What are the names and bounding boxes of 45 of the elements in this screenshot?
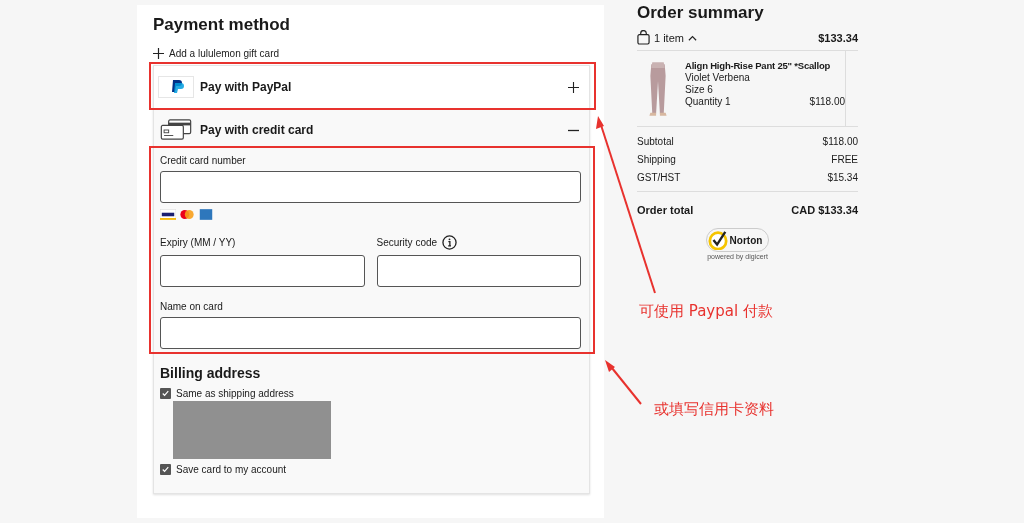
- field-label: Name on card: [160, 301, 224, 312]
- summary-value: FREE: [831, 154, 858, 165]
- total-value: CAD $133.34: [791, 204, 858, 216]
- input-field[interactable]: [160, 317, 581, 349]
- item-count-toggle[interactable]: 1 item: [637, 30, 697, 45]
- total-label: Order total: [637, 204, 694, 216]
- product-quantity: Quantity 1: [685, 96, 731, 107]
- caret-up-icon: [687, 34, 697, 41]
- annotation-text: 或填写信用卡资料: [654, 400, 774, 419]
- field-label: Security code: [376, 236, 438, 248]
- checkbox-option[interactable]: Save card to my account: [160, 464, 581, 475]
- section-title: Payment method: [153, 15, 291, 35]
- annotation-text: 可使用 Paypal 付款: [639, 302, 773, 321]
- checkmark-icon: [707, 230, 728, 250]
- summary-value: $15.34: [827, 172, 858, 183]
- billing-title: Billing address: [160, 365, 262, 381]
- plus-icon[interactable]: [568, 81, 579, 93]
- field-label: Credit card number: [160, 155, 247, 166]
- product-color: Violet Verbena: [685, 72, 751, 83]
- bag-icon: [637, 30, 650, 45]
- checkbox[interactable]: [160, 464, 171, 475]
- mastercard-icon: [179, 209, 195, 220]
- input-field[interactable]: [160, 171, 581, 203]
- arrow: [605, 360, 642, 405]
- summary-label: GST/HST: [637, 172, 681, 183]
- checkbox-option[interactable]: Same as shipping address: [160, 388, 581, 399]
- summary-label: Subtotal: [637, 136, 674, 147]
- payment-option[interactable]: Pay with credit card: [154, 109, 589, 151]
- plus-icon: [153, 48, 164, 59]
- paypal-logo-icon: [158, 76, 194, 98]
- summary-title: Order summary: [637, 3, 765, 23]
- product-name: Align High-Rise Pant 25" *Scallop: [685, 60, 832, 71]
- payment-option[interactable]: Pay with PayPal: [154, 66, 589, 109]
- credit-cards-icon: [158, 119, 194, 141]
- info-icon[interactable]: [442, 234, 458, 250]
- summary-label: Shipping: [637, 154, 676, 165]
- input-field[interactable]: [376, 255, 581, 287]
- product-size: Size 6: [685, 84, 714, 95]
- field-label: Expiry (MM / YY): [160, 236, 236, 248]
- header-total: $133.34: [818, 31, 858, 44]
- summary-value: $118.00: [822, 136, 858, 147]
- checkbox[interactable]: [160, 388, 171, 399]
- product-price: $118.00: [809, 96, 845, 107]
- gift-card-link[interactable]: Add a lululemon gift card: [153, 48, 590, 59]
- input-field[interactable]: [160, 255, 365, 287]
